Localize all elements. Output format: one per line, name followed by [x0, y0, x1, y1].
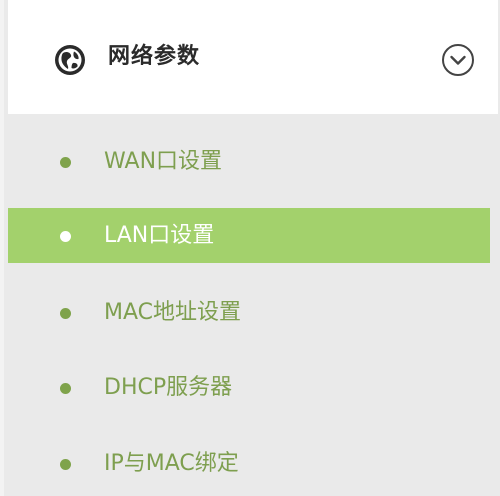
globe-icon	[52, 42, 88, 78]
section-header-network-params[interactable]: 网络参数	[8, 0, 498, 114]
section-title: 网络参数	[108, 44, 201, 69]
menu-item-label: MAC地址设置	[104, 300, 242, 325]
menu-item-lan-settings[interactable]: LAN口设置	[8, 208, 490, 263]
bullet-icon	[60, 230, 71, 242]
bullet-icon	[60, 307, 71, 319]
menu-item-label: DHCP服务器	[104, 375, 233, 400]
menu-item-label: IP与MAC绑定	[104, 451, 239, 476]
menu-item-label: LAN口设置	[104, 223, 215, 248]
menu-item-dhcp-server[interactable]: DHCP服务器	[8, 360, 490, 415]
menu-item-mac-address-settings[interactable]: MAC地址设置	[8, 285, 490, 340]
chevron-down-icon[interactable]	[440, 42, 476, 78]
bullet-icon	[60, 382, 71, 394]
menu-item-ip-mac-binding[interactable]: IP与MAC绑定	[8, 436, 490, 491]
bullet-icon	[60, 156, 71, 168]
menu-item-label: WAN口设置	[104, 149, 223, 174]
bullet-icon	[60, 458, 71, 470]
menu-item-wan-settings[interactable]: WAN口设置	[8, 134, 490, 189]
sidebar-panel: 网络参数 WAN口设置 LAN口设置 MAC地址设置 DHCP服务器 IP与MA…	[0, 0, 500, 496]
